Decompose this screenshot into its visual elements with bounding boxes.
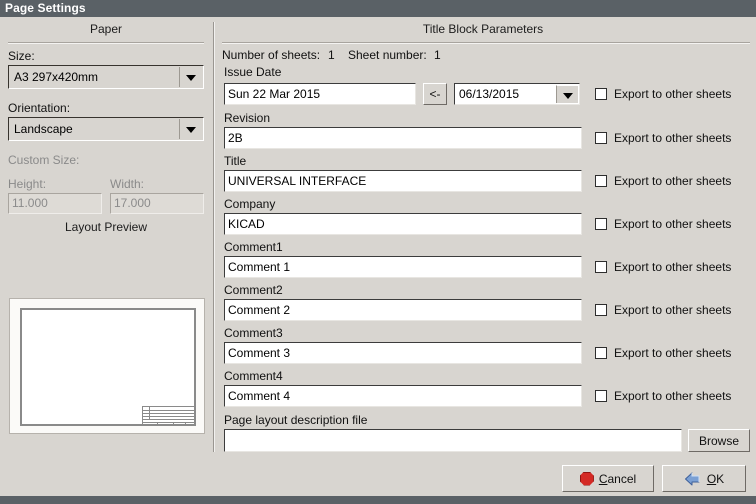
- title-block-group-rule: [222, 42, 750, 44]
- export-checkbox-label: Export to other sheets: [614, 217, 731, 231]
- page-layout-file-input[interactable]: [224, 429, 682, 452]
- company-input[interactable]: KICAD: [224, 213, 582, 235]
- export-checkbox-label: Export to other sheets: [614, 389, 731, 403]
- footer-separator: [0, 458, 756, 459]
- date-picker-combo[interactable]: 06/13/2015: [454, 83, 580, 105]
- export-checkbox[interactable]: [595, 175, 607, 187]
- ok-button-label: OK: [707, 472, 724, 486]
- comment3-input[interactable]: Comment 3: [224, 342, 582, 364]
- comment1-input[interactable]: Comment 1: [224, 256, 582, 278]
- export-checkbox-row[interactable]: Export to other sheets: [595, 174, 731, 188]
- comment4-label: Comment4: [224, 369, 283, 383]
- ok-rest: K: [716, 472, 724, 486]
- revision-input[interactable]: 2B: [224, 127, 582, 149]
- paper-size-combo[interactable]: A3 297x420mm: [8, 65, 204, 89]
- export-checkbox-row[interactable]: Export to other sheets: [595, 217, 731, 231]
- export-checkbox[interactable]: [595, 88, 607, 100]
- export-checkbox-row[interactable]: Export to other sheets: [595, 87, 731, 101]
- export-checkbox-label: Export to other sheets: [614, 131, 731, 145]
- chevron-down-icon[interactable]: [556, 85, 578, 103]
- comment3-label: Comment3: [224, 326, 283, 340]
- window-title: Page Settings: [5, 1, 86, 15]
- sheet-number-label: Sheet number:: [348, 48, 427, 62]
- page-layout-file-label: Page layout description file: [224, 413, 367, 427]
- cancel-button[interactable]: Cancel: [562, 465, 654, 492]
- preview-page: [20, 308, 196, 426]
- issue-date-label: Issue Date: [224, 65, 281, 79]
- export-checkbox[interactable]: [595, 347, 607, 359]
- export-checkbox[interactable]: [595, 304, 607, 316]
- apply-date-label: <-: [429, 87, 440, 101]
- stop-icon: [580, 472, 594, 486]
- ok-button[interactable]: OK: [662, 465, 746, 492]
- export-checkbox-label: Export to other sheets: [614, 87, 731, 101]
- paper-orientation-value: Landscape: [14, 118, 181, 140]
- custom-width-input[interactable]: 17.000: [110, 193, 204, 214]
- comment1-label: Comment1: [224, 240, 283, 254]
- export-checkbox-label: Export to other sheets: [614, 346, 731, 360]
- export-checkbox-row[interactable]: Export to other sheets: [595, 131, 731, 145]
- number-of-sheets-label: Number of sheets:: [222, 48, 320, 62]
- export-checkbox-row[interactable]: Export to other sheets: [595, 260, 731, 274]
- comment2-label: Comment2: [224, 283, 283, 297]
- paper-orientation-combo[interactable]: Landscape: [8, 117, 204, 141]
- paper-group-title: Paper: [0, 22, 212, 36]
- chevron-down-icon[interactable]: [179, 119, 202, 139]
- apply-date-button[interactable]: <-: [423, 83, 447, 105]
- page-settings-dialog: Page Settings Paper Size: A3 297x420mm O…: [0, 0, 756, 504]
- panel-divider: [213, 22, 215, 452]
- custom-size-label: Custom Size:: [8, 153, 79, 167]
- custom-width-label: Width:: [110, 177, 144, 191]
- date-picker-value: 06/13/2015: [459, 84, 557, 105]
- window-title-bar: Page Settings: [0, 0, 756, 17]
- back-arrow-icon: [684, 472, 702, 486]
- issue-date-input[interactable]: Sun 22 Mar 2015: [224, 83, 416, 105]
- window-bottom-strip: [0, 496, 756, 504]
- ok-accel: O: [707, 472, 716, 486]
- paper-group-rule: [8, 42, 204, 44]
- sheet-number-value: 1: [434, 48, 441, 62]
- export-checkbox-row[interactable]: Export to other sheets: [595, 389, 731, 403]
- title-block-group-title: Title Block Parameters: [216, 22, 750, 36]
- layout-preview-label: Layout Preview: [0, 220, 212, 234]
- paper-panel: Paper Size: A3 297x420mm Orientation: La…: [0, 17, 212, 458]
- export-checkbox[interactable]: [595, 261, 607, 273]
- export-checkbox-row[interactable]: Export to other sheets: [595, 303, 731, 317]
- preview-title-block: [142, 406, 194, 424]
- number-of-sheets-value: 1: [328, 48, 335, 62]
- browse-button[interactable]: Browse: [688, 429, 750, 452]
- company-label: Company: [224, 197, 275, 211]
- browse-button-label: Browse: [699, 434, 739, 448]
- export-checkbox[interactable]: [595, 132, 607, 144]
- export-checkbox-row[interactable]: Export to other sheets: [595, 346, 731, 360]
- custom-height-label: Height:: [8, 177, 46, 191]
- cancel-button-label: Cancel: [599, 472, 636, 486]
- comment4-input[interactable]: Comment 4: [224, 385, 582, 407]
- paper-size-value: A3 297x420mm: [14, 66, 181, 88]
- chevron-down-icon[interactable]: [179, 67, 202, 87]
- title-block-panel: Title Block Parameters Number of sheets:…: [216, 17, 756, 458]
- export-checkbox[interactable]: [595, 390, 607, 402]
- export-checkbox-label: Export to other sheets: [614, 174, 731, 188]
- paper-size-label: Size:: [8, 49, 35, 63]
- paper-orientation-label: Orientation:: [8, 101, 70, 115]
- export-checkbox-label: Export to other sheets: [614, 303, 731, 317]
- comment2-input[interactable]: Comment 2: [224, 299, 582, 321]
- title-label: Title: [224, 154, 246, 168]
- export-checkbox-label: Export to other sheets: [614, 260, 731, 274]
- revision-label: Revision: [224, 111, 270, 125]
- cancel-rest: ancel: [607, 472, 636, 486]
- title-input[interactable]: UNIVERSAL INTERFACE: [224, 170, 582, 192]
- custom-height-input[interactable]: 11.000: [8, 193, 102, 214]
- export-checkbox[interactable]: [595, 218, 607, 230]
- layout-preview: [9, 298, 205, 434]
